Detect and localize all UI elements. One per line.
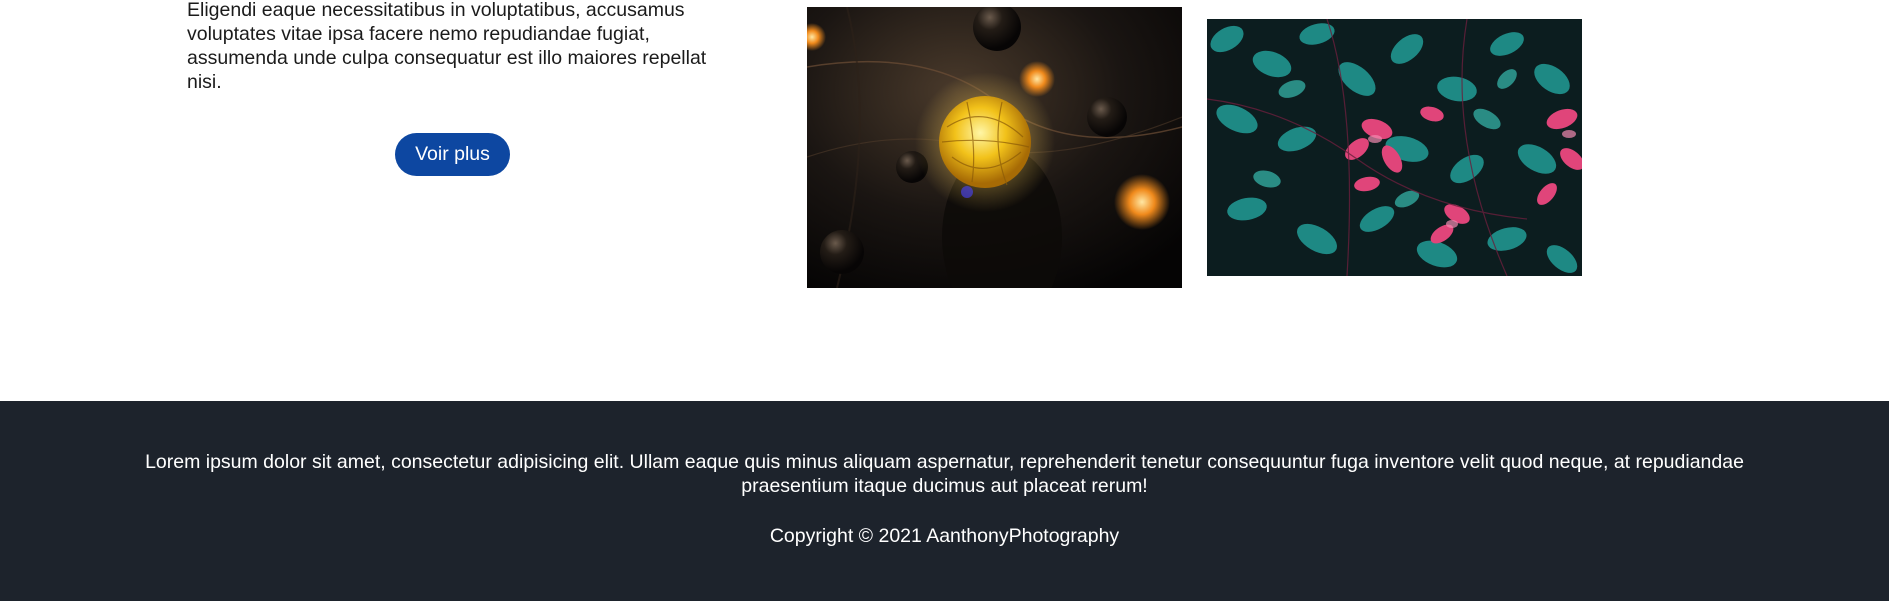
intro-paragraph: Eligendi eaque necessitatibus in volupta… (187, 0, 707, 93)
voir-plus-button[interactable]: Voir plus (395, 133, 510, 176)
site-footer: Lorem ipsum dolor sit amet, consectetur … (0, 401, 1889, 601)
teal-and-pink-leaves-photo (1207, 19, 1582, 276)
footer-text: Lorem ipsum dolor sit amet, consectetur … (145, 451, 1744, 497)
content-section: Eligendi eaque necessitatibus in volupta… (0, 0, 1889, 401)
footer-copyright: Copyright © 2021 AanthonyPhotography (769, 525, 1120, 547)
string-lights-photo (807, 7, 1182, 288)
